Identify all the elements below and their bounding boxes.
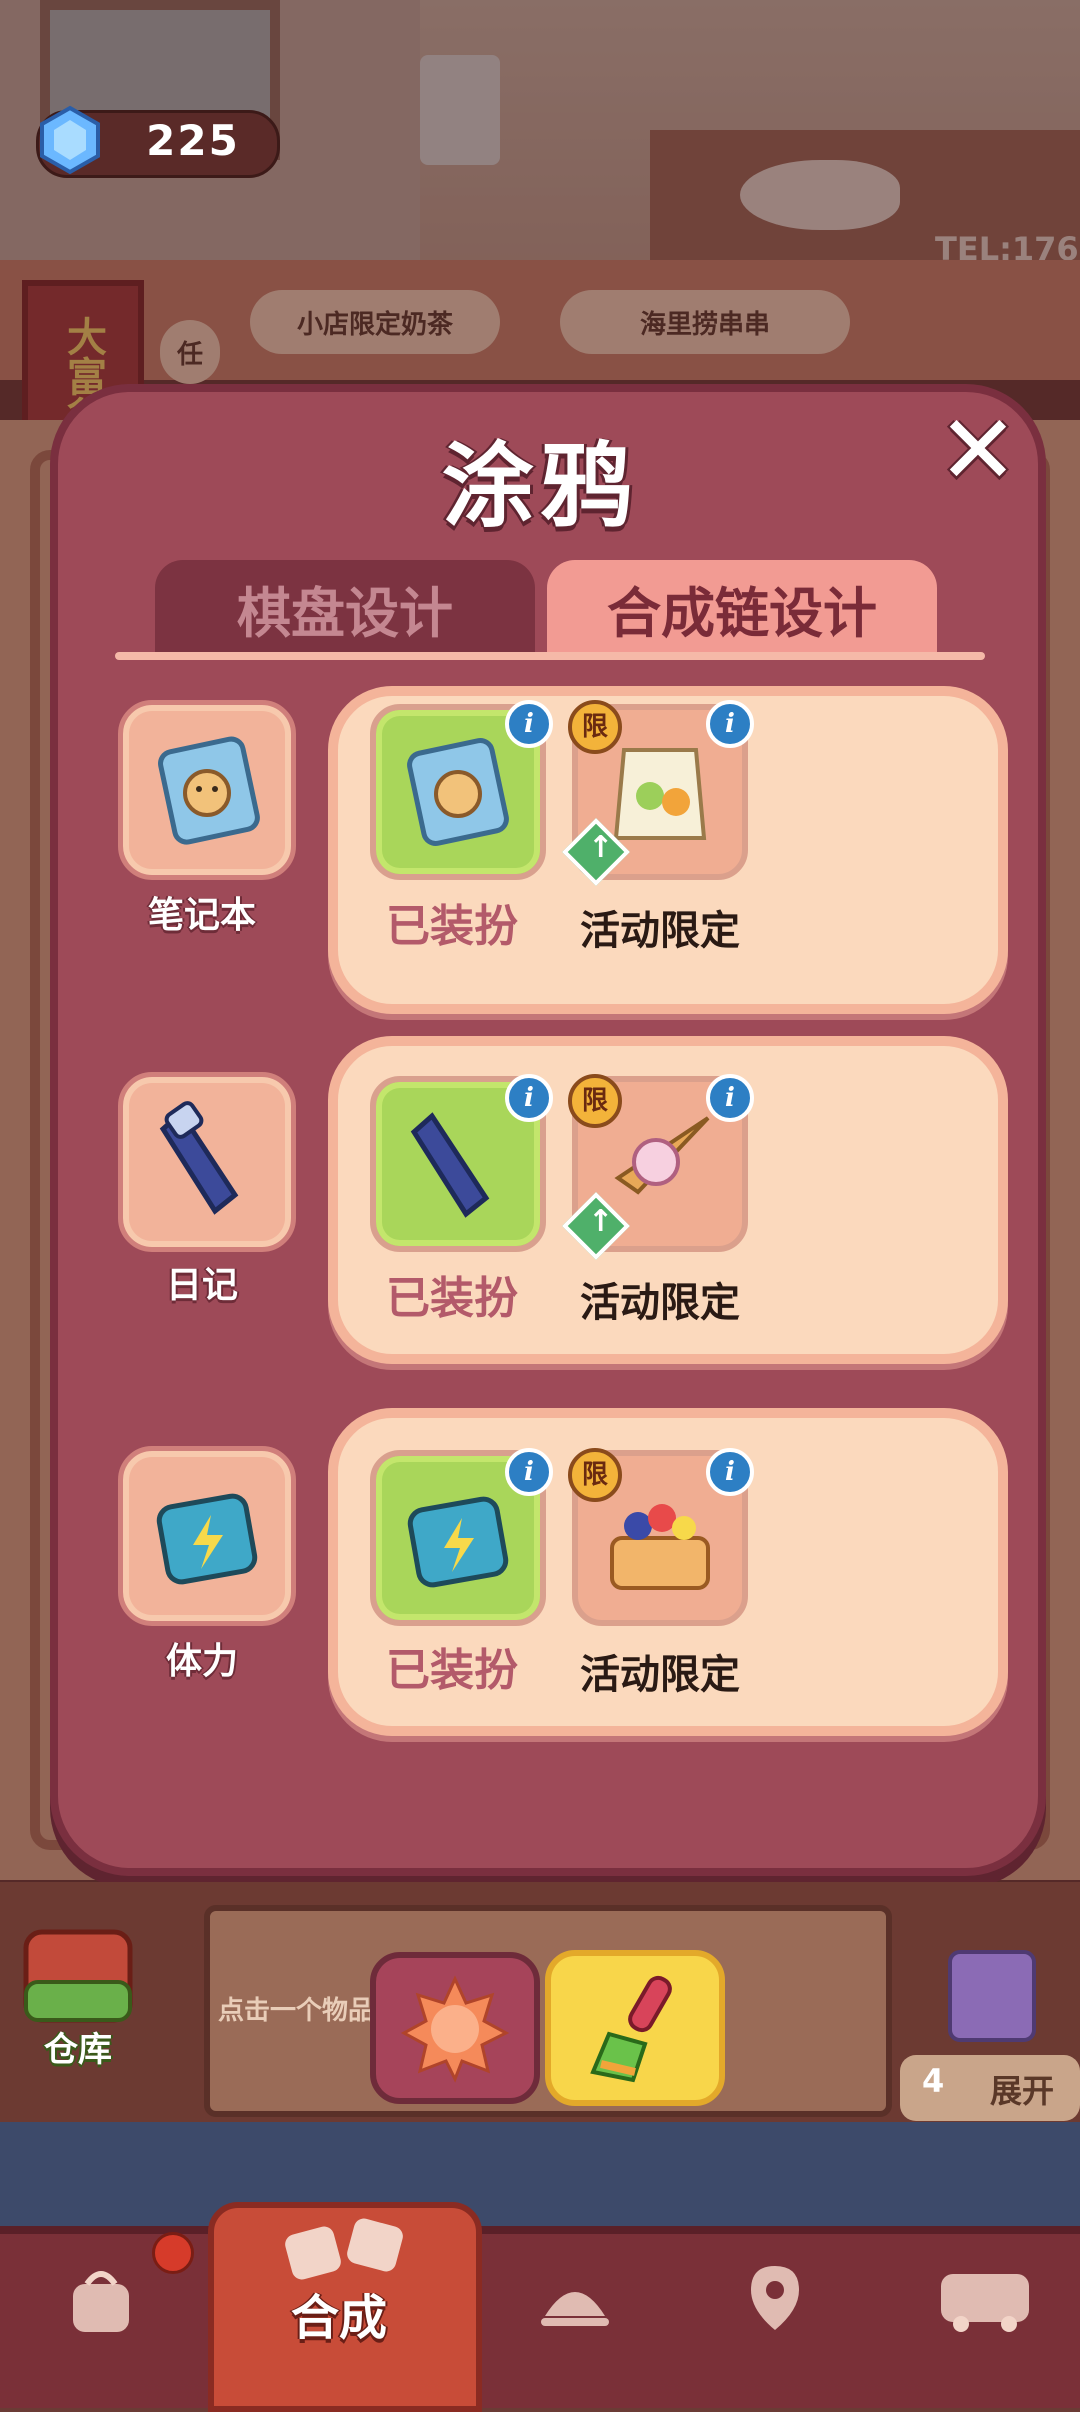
diamond-icon xyxy=(40,105,100,175)
expand-count: 4 xyxy=(922,2062,945,2100)
nav-travel[interactable] xyxy=(910,2240,1060,2360)
close-icon: ✕ xyxy=(937,394,1019,506)
notebook-chain-slot[interactable] xyxy=(118,700,296,880)
storage-label: 仓库 xyxy=(44,2030,112,2070)
telescope-icon xyxy=(159,1101,239,1215)
close-button[interactable]: ✕ xyxy=(928,400,1028,500)
info-icon[interactable]: i xyxy=(706,1074,754,1122)
cloche-icon xyxy=(541,2292,609,2326)
doodle-brush-button[interactable] xyxy=(545,1950,725,2106)
equipped-status: 已装扮 xyxy=(386,901,518,952)
info-icon[interactable]: i xyxy=(505,1074,553,1122)
notification-dot xyxy=(152,2232,194,2274)
limited-badge: 限 xyxy=(568,1074,622,1128)
limited-badge: 限 xyxy=(568,1448,622,1502)
nav-restaurant[interactable] xyxy=(500,2240,650,2360)
chest-icon[interactable] xyxy=(948,1950,1036,2042)
paintbrush-icon xyxy=(590,1975,672,2083)
diary-label: 日记 xyxy=(165,1265,238,1306)
tab-board-design[interactable]: 棋盘设计 xyxy=(155,560,535,656)
hint-text: 点击一个物品 xyxy=(218,1996,375,2026)
nav-map[interactable] xyxy=(700,2240,850,2360)
sun-icon xyxy=(400,1975,510,2083)
modal-title: 涂鸦 xyxy=(441,433,638,540)
limited-badge: 限 xyxy=(568,700,622,754)
equipped-status: 已装扮 xyxy=(386,1645,518,1696)
gem-count: 225 xyxy=(146,116,240,165)
battery-icon xyxy=(156,1493,258,1585)
notebook-label: 笔记本 xyxy=(147,895,256,936)
info-icon[interactable]: i xyxy=(505,1448,553,1496)
limited-status: 活动限定 xyxy=(580,908,740,954)
bag-icon xyxy=(73,2271,129,2332)
bus-icon xyxy=(941,2274,1029,2332)
equipped-status: 已装扮 xyxy=(386,1273,518,1324)
tab-bar: 棋盘设计 合成链设计 xyxy=(0,560,1080,656)
tab-merge-chain-design[interactable]: 合成链设计 xyxy=(547,560,937,656)
diary-chain-slot[interactable] xyxy=(118,1072,296,1252)
info-icon[interactable]: i xyxy=(706,1448,754,1496)
info-icon[interactable]: i xyxy=(505,700,553,748)
storage-box-icon xyxy=(23,1929,133,2023)
stamina-label: 体力 xyxy=(165,1641,238,1682)
expand-label: 展开 xyxy=(990,2072,1055,2110)
stamina-chain-slot[interactable] xyxy=(118,1446,296,1626)
sun-tool-button[interactable] xyxy=(370,1952,540,2104)
tab-underline xyxy=(115,652,985,660)
notebook-icon xyxy=(158,736,260,845)
limited-status: 活动限定 xyxy=(580,1652,740,1698)
info-icon[interactable]: i xyxy=(706,700,754,748)
nav-merge-label: 合成 xyxy=(290,2290,387,2346)
limited-status: 活动限定 xyxy=(580,1280,740,1326)
map-pin-icon xyxy=(751,2266,799,2330)
